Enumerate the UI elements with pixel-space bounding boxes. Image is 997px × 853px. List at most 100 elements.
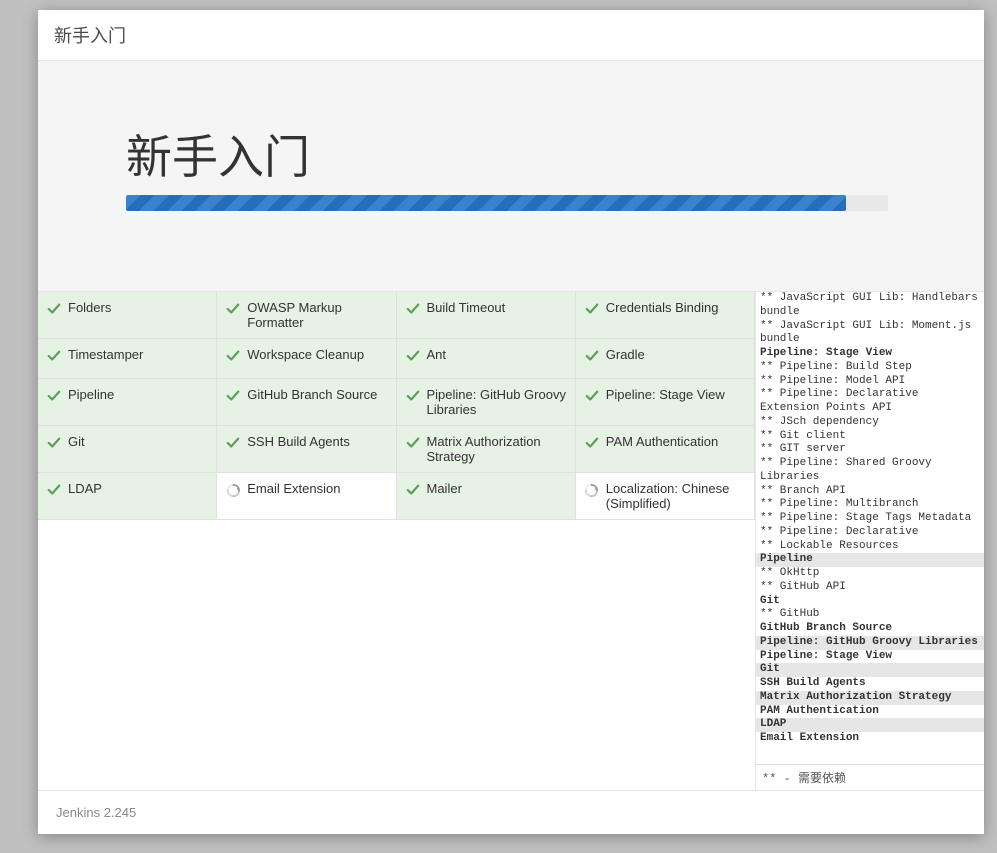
- log-line: ** GitHub: [756, 608, 984, 622]
- check-icon: [405, 301, 421, 317]
- plugin-label: Workspace Cleanup: [247, 347, 364, 362]
- log-line: ** Pipeline: Stage Tags Metadata: [756, 512, 984, 526]
- plugin-label: SSH Build Agents: [247, 434, 350, 449]
- plugin-cell: GitHub Branch Source: [217, 379, 396, 426]
- log-line: ** Branch API: [756, 485, 984, 499]
- plugin-label: Credentials Binding: [606, 300, 719, 315]
- log-line: Email Extension: [756, 732, 984, 746]
- plugin-cell: OWASP Markup Formatter: [217, 292, 396, 339]
- check-icon: [46, 482, 62, 498]
- plugin-grid-container: Folders OWASP Markup Formatter Build Timeo…: [38, 292, 756, 790]
- log-line: GitHub Branch Source: [756, 622, 984, 636]
- check-icon: [225, 301, 241, 317]
- log-line: Pipeline: GitHub Groovy Libraries: [756, 636, 984, 650]
- plugin-cell: Folders: [38, 292, 217, 339]
- plugin-cell: Timestamper: [38, 339, 217, 379]
- log-line: Pipeline: [756, 553, 984, 567]
- modal-header: 新手入门: [38, 10, 984, 61]
- plugin-label: Folders: [68, 300, 111, 315]
- main-content: Folders OWASP Markup Formatter Build Timeo…: [38, 292, 984, 791]
- install-log[interactable]: ** JavaScript GUI Lib: Handlebars bundle…: [756, 292, 984, 764]
- plugin-cell: Git: [38, 426, 217, 473]
- log-line: ** Pipeline: Declarative Extension Point…: [756, 388, 984, 416]
- log-line: ** Pipeline: Model API: [756, 375, 984, 389]
- check-icon: [46, 388, 62, 404]
- log-line: Matrix Authorization Strategy: [756, 691, 984, 705]
- plugin-label: Git: [68, 434, 85, 449]
- plugin-label: Email Extension: [247, 481, 340, 496]
- plugin-label: Mailer: [427, 481, 462, 496]
- log-line: PAM Authentication: [756, 705, 984, 719]
- check-icon: [584, 301, 600, 317]
- loading-spinner-icon: [225, 482, 241, 498]
- log-line: Git: [756, 595, 984, 609]
- check-icon: [225, 435, 241, 451]
- log-line: SSH Build Agents: [756, 677, 984, 691]
- banner: 新手入门: [38, 61, 984, 292]
- plugin-cell: Pipeline: Stage View: [576, 379, 755, 426]
- log-line: LDAP: [756, 718, 984, 732]
- log-line: ** JavaScript GUI Lib: Moment.js bundle: [756, 320, 984, 348]
- plugin-cell: LDAP: [38, 473, 217, 520]
- plugin-cell: Email Extension: [217, 473, 396, 520]
- check-icon: [225, 388, 241, 404]
- progress-bar: [126, 195, 888, 211]
- plugin-cell: Mailer: [397, 473, 576, 520]
- modal-title: 新手入门: [54, 26, 126, 46]
- plugin-label: LDAP: [68, 481, 102, 496]
- plugin-label: Timestamper: [68, 347, 143, 362]
- plugin-label: Pipeline: [68, 387, 114, 402]
- check-icon: [46, 301, 62, 317]
- log-line: ** Pipeline: Shared Groovy Libraries: [756, 457, 984, 485]
- plugin-label: Gradle: [606, 347, 645, 362]
- install-log-panel: ** JavaScript GUI Lib: Handlebars bundle…: [756, 292, 984, 790]
- check-icon: [225, 348, 241, 364]
- log-line: ** Pipeline: Declarative: [756, 526, 984, 540]
- plugin-label: OWASP Markup Formatter: [247, 300, 387, 330]
- setup-wizard-modal: 新手入门 新手入门 Folders OWASP Markup Formatter B…: [38, 10, 984, 834]
- log-line: ** Git client: [756, 430, 984, 444]
- plugin-cell: Gradle: [576, 339, 755, 379]
- modal-footer: Jenkins 2.245: [38, 791, 984, 834]
- check-icon: [46, 435, 62, 451]
- log-line: Git: [756, 663, 984, 677]
- plugin-label: Matrix Authorization Strategy: [427, 434, 567, 464]
- loading-spinner-icon: [584, 482, 600, 498]
- log-line: Pipeline: Stage View: [756, 650, 984, 664]
- log-legend: ** - 需要依赖: [756, 764, 984, 790]
- plugin-cell: Matrix Authorization Strategy: [397, 426, 576, 473]
- plugin-cell: SSH Build Agents: [217, 426, 396, 473]
- log-line: ** Pipeline: Build Step: [756, 361, 984, 375]
- log-line: ** JavaScript GUI Lib: Handlebars bundle: [756, 292, 984, 320]
- log-line: ** OkHttp: [756, 567, 984, 581]
- plugin-cell: Pipeline: GitHub Groovy Libraries: [397, 379, 576, 426]
- plugin-cell: Credentials Binding: [576, 292, 755, 339]
- check-icon: [405, 348, 421, 364]
- plugin-label: Ant: [427, 347, 447, 362]
- plugin-cell: Pipeline: [38, 379, 217, 426]
- log-line: ** GitHub API: [756, 581, 984, 595]
- check-icon: [405, 388, 421, 404]
- check-icon: [584, 435, 600, 451]
- plugin-label: GitHub Branch Source: [247, 387, 377, 402]
- version-label: Jenkins 2.245: [56, 805, 136, 820]
- plugin-label: Build Timeout: [427, 300, 506, 315]
- check-icon: [584, 388, 600, 404]
- log-line: ** JSch dependency: [756, 416, 984, 430]
- plugin-cell: Localization: Chinese (Simplified): [576, 473, 755, 520]
- plugin-label: Localization: Chinese (Simplified): [606, 481, 746, 511]
- plugin-grid: Folders OWASP Markup Formatter Build Timeo…: [38, 292, 755, 520]
- log-line: ** GIT server: [756, 443, 984, 457]
- plugin-cell: PAM Authentication: [576, 426, 755, 473]
- log-line: ** Lockable Resources: [756, 540, 984, 554]
- progress-fill: [126, 195, 846, 211]
- log-line: Pipeline: Stage View: [756, 347, 984, 361]
- plugin-cell: Ant: [397, 339, 576, 379]
- check-icon: [46, 348, 62, 364]
- banner-title: 新手入门: [126, 121, 888, 187]
- check-icon: [405, 435, 421, 451]
- log-line: ** Pipeline: Multibranch: [756, 498, 984, 512]
- plugin-cell: Build Timeout: [397, 292, 576, 339]
- plugin-label: Pipeline: Stage View: [606, 387, 725, 402]
- plugin-label: PAM Authentication: [606, 434, 719, 449]
